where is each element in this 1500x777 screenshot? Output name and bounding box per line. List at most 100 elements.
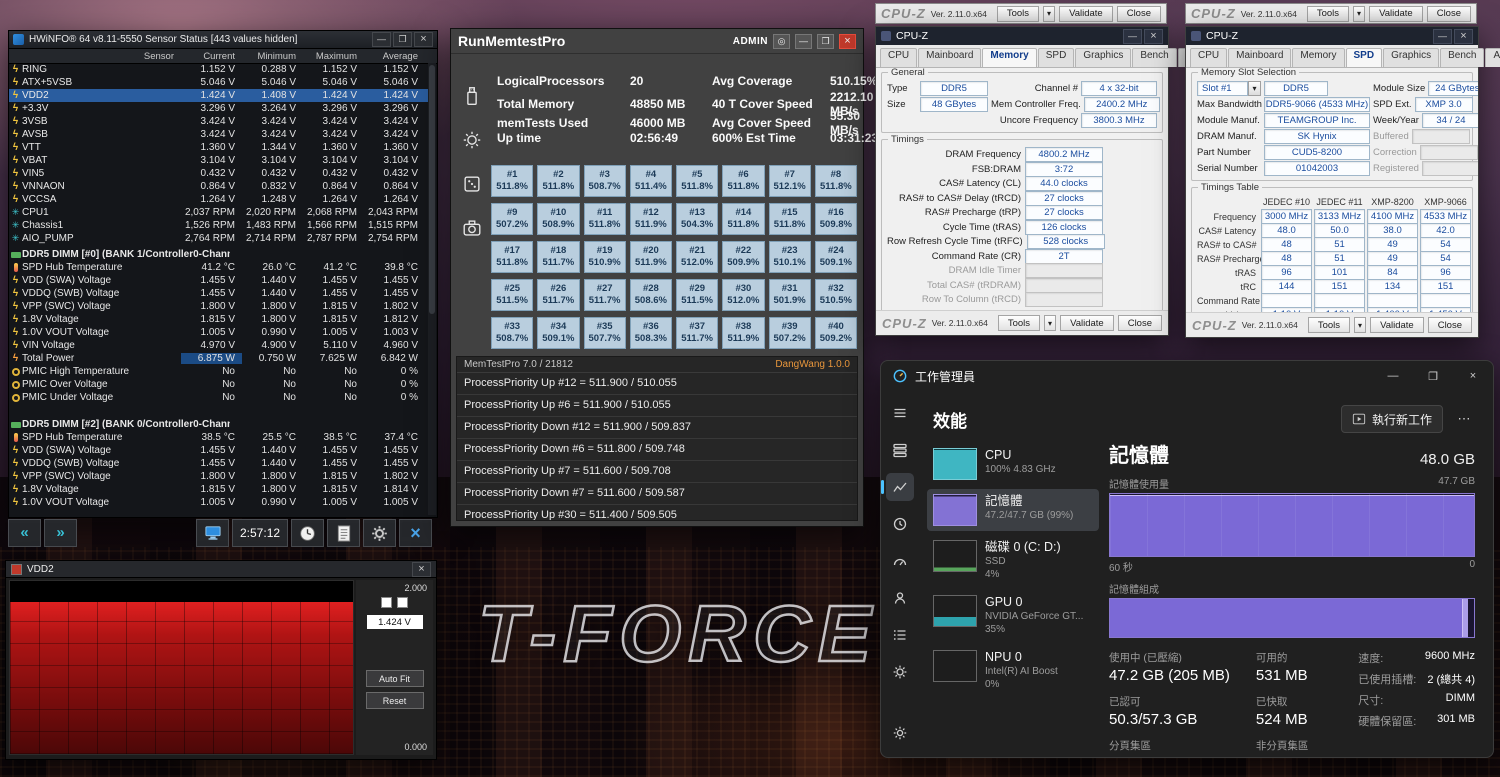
pin-button[interactable]	[773, 33, 790, 49]
sensor-row[interactable]: PMIC Under Voltage No No No 0 %	[9, 391, 428, 404]
cpuz-tab[interactable]: Mainboard	[1228, 48, 1292, 67]
close-button[interactable]: Close	[1116, 5, 1161, 22]
minimize-button[interactable]	[372, 32, 391, 47]
cpuz-tab[interactable]: Bench	[1440, 48, 1485, 67]
sensor-row[interactable]: 1.0V VOUT Voltage 1.005 V 0.990 V 1.005 …	[9, 496, 428, 509]
scrollbar-thumb[interactable]	[429, 65, 435, 314]
graph-checkbox-1[interactable]	[381, 597, 392, 608]
sensor-row[interactable]: AIO_PUMP 2,764 RPM 2,714 RPM 2,787 RPM 2…	[9, 232, 428, 245]
column-header[interactable]: Current	[181, 51, 242, 62]
close-button[interactable]	[1453, 361, 1493, 391]
exit-button[interactable]	[399, 519, 433, 547]
cpuz-tab[interactable]: SPD	[1037, 48, 1075, 67]
tools-button[interactable]: Tools	[1306, 5, 1350, 22]
sensor-row[interactable]: VBAT 3.104 V 3.104 V 3.104 V 3.104 V	[9, 154, 428, 167]
sensor-row[interactable]: DDR5 DIMM [#0] (BANK 1/Controller0-Chann…	[9, 248, 428, 261]
sensor-row[interactable]: VPP (SWC) Voltage 1.800 V 1.800 V 1.815 …	[9, 300, 428, 313]
camera-icon[interactable]	[461, 217, 483, 239]
slot-dropdown[interactable]: Slot #1	[1197, 80, 1261, 96]
more-options-button[interactable]	[1451, 406, 1477, 432]
sensor-row[interactable]: CPU1 2,037 RPM 2,020 RPM 2,068 RPM 2,043…	[9, 206, 428, 219]
report-button[interactable]	[327, 519, 361, 547]
menu-button[interactable]	[886, 399, 914, 427]
sensor-row[interactable]: VIN5 0.432 V 0.432 V 0.432 V 0.432 V	[9, 167, 428, 180]
dice-icon[interactable]	[461, 173, 483, 195]
close-button[interactable]	[1454, 28, 1473, 44]
cpuz-tab[interactable]: Graphics	[1075, 48, 1132, 67]
close-button[interactable]	[1144, 28, 1163, 44]
tools-dropdown-button[interactable]	[1354, 317, 1367, 333]
usb-drive-icon[interactable]	[461, 85, 483, 107]
performance-sidebar-item[interactable]: NPU 0 Intel(R) AI Boost 0%	[927, 645, 1099, 696]
close-button[interactable]: Close	[1117, 315, 1162, 331]
tools-dropdown-button[interactable]	[1044, 315, 1057, 331]
cpuz-tab[interactable]: SPD	[1345, 48, 1383, 67]
cpuz-titlebar[interactable]: CPU-Z	[1186, 27, 1478, 45]
nav-performance[interactable]	[881, 473, 914, 501]
cpuz-tab[interactable]: Memory	[982, 48, 1037, 67]
maximize-button[interactable]	[1413, 361, 1453, 391]
sensor-row[interactable]: PMIC Over Voltage No No No 0 %	[9, 378, 428, 391]
sensor-row[interactable]: VDD (SWA) Voltage 1.455 V 1.440 V 1.455 …	[9, 444, 428, 457]
sensor-row[interactable]: +3.3V 3.296 V 3.264 V 3.296 V 3.296 V	[9, 102, 428, 115]
sensor-row[interactable]: SPD Hub Temperature 38.5 °C 25.5 °C 38.5…	[9, 431, 428, 444]
cpuz-titlebar[interactable]: CPU-Z	[876, 27, 1168, 45]
validate-button[interactable]: Validate	[1059, 5, 1113, 22]
cpuz-tab[interactable]: Mainboard	[918, 48, 982, 67]
validate-button[interactable]: Validate	[1060, 315, 1114, 331]
tools-dropdown-button[interactable]	[1353, 5, 1366, 22]
sensor-row[interactable]: PMIC High Temperature No No No 0 %	[9, 365, 428, 378]
settings-button[interactable]	[886, 719, 914, 747]
sensor-row[interactable]: SPD Hub Temperature 41.2 °C 26.0 °C 41.2…	[9, 261, 428, 274]
vdd2-titlebar[interactable]: VDD2	[6, 561, 436, 578]
column-header[interactable]: Average	[364, 51, 425, 62]
taskmgr-titlebar[interactable]: 工作管理員	[881, 361, 1493, 391]
settings-button[interactable]	[363, 519, 397, 547]
sensor-row[interactable]: VCCSA 1.264 V 1.248 V 1.264 V 1.264 V	[9, 193, 428, 206]
close-button[interactable]	[414, 32, 433, 47]
minimize-button[interactable]	[1123, 28, 1142, 44]
minimize-button[interactable]	[795, 33, 812, 49]
validate-button[interactable]: Validate	[1369, 5, 1423, 22]
close-button[interactable]: Close	[1426, 5, 1471, 22]
sensor-row[interactable]: Chassis1 1,526 RPM 1,483 RPM 1,566 RPM 1…	[9, 219, 428, 232]
cpuz-tab[interactable]: CPU	[880, 48, 918, 67]
tools-button[interactable]: Tools	[996, 5, 1040, 22]
tools-dropdown-button[interactable]	[1043, 5, 1056, 22]
sensor-column-headers[interactable]: Sensor Current Minimum Maximum Average	[9, 49, 437, 64]
sensor-row[interactable]: AVSB 3.424 V 3.424 V 3.424 V 3.424 V	[9, 128, 428, 141]
memtest-titlebar[interactable]: RunMemtestPro ADMIN	[451, 29, 863, 54]
nav-app-history[interactable]	[886, 510, 914, 538]
sensor-row[interactable]: VDDQ (SWB) Voltage 1.455 V 1.440 V 1.455…	[9, 457, 428, 470]
validate-button[interactable]: Validate	[1370, 317, 1424, 333]
sensor-row[interactable]: RING 1.152 V 0.288 V 1.152 V 1.152 V	[9, 63, 428, 76]
cpuz-tab[interactable]: Bench	[1132, 48, 1177, 67]
performance-sidebar-item[interactable]: CPU 100% 4.83 GHz	[927, 443, 1099, 485]
column-header[interactable]: Maximum	[303, 51, 364, 62]
close-button[interactable]	[839, 33, 856, 49]
reset-button[interactable]: Reset	[365, 692, 424, 709]
run-new-task-button[interactable]: 執行新工作	[1340, 405, 1443, 433]
performance-sidebar-item[interactable]: 磁碟 0 (C: D:) SSD 4%	[927, 535, 1099, 586]
cpuz-tab[interactable]: Graphics	[1383, 48, 1440, 67]
hwinfo-titlebar[interactable]: HWiNFO® 64 v8.11-5550 Sensor Status [443…	[9, 31, 437, 49]
sensor-row[interactable]: VIN Voltage 4.970 V 4.900 V 5.110 V 4.96…	[9, 339, 428, 352]
sensor-row[interactable]: VDD2 1.424 V 1.408 V 1.424 V 1.424 V	[9, 89, 428, 102]
sensor-row[interactable]: DDR5 DIMM [#2] (BANK 0/Controller0-Chann…	[9, 418, 428, 431]
chevron-down-icon[interactable]	[1248, 80, 1261, 96]
nav-details[interactable]	[886, 621, 914, 649]
sensor-row[interactable]: 3VSB 3.424 V 3.424 V 3.424 V 3.424 V	[9, 115, 428, 128]
sensor-row[interactable]: VDD (SWA) Voltage 1.455 V 1.440 V 1.455 …	[9, 274, 428, 287]
auto-fit-button[interactable]: Auto Fit	[365, 670, 424, 687]
scroll-right-button[interactable]	[44, 519, 77, 547]
column-header[interactable]: Sensor	[9, 51, 181, 62]
sensor-row[interactable]: Total Power 6.875 W 0.750 W 7.625 W 6.84…	[9, 352, 428, 365]
sensor-row[interactable]: 1.8V Voltage 1.815 V 1.800 V 1.815 V 1.8…	[9, 313, 428, 326]
cpuz-tab[interactable]: About	[1485, 48, 1500, 67]
sensor-row[interactable]: VPP (SWC) Voltage 1.800 V 1.800 V 1.815 …	[9, 470, 428, 483]
scrollbar[interactable]	[428, 63, 436, 515]
gear-icon[interactable]	[461, 129, 483, 151]
clock-button[interactable]	[291, 519, 325, 547]
graph-checkbox-2[interactable]	[397, 597, 408, 608]
column-header[interactable]: Minimum	[242, 51, 303, 62]
